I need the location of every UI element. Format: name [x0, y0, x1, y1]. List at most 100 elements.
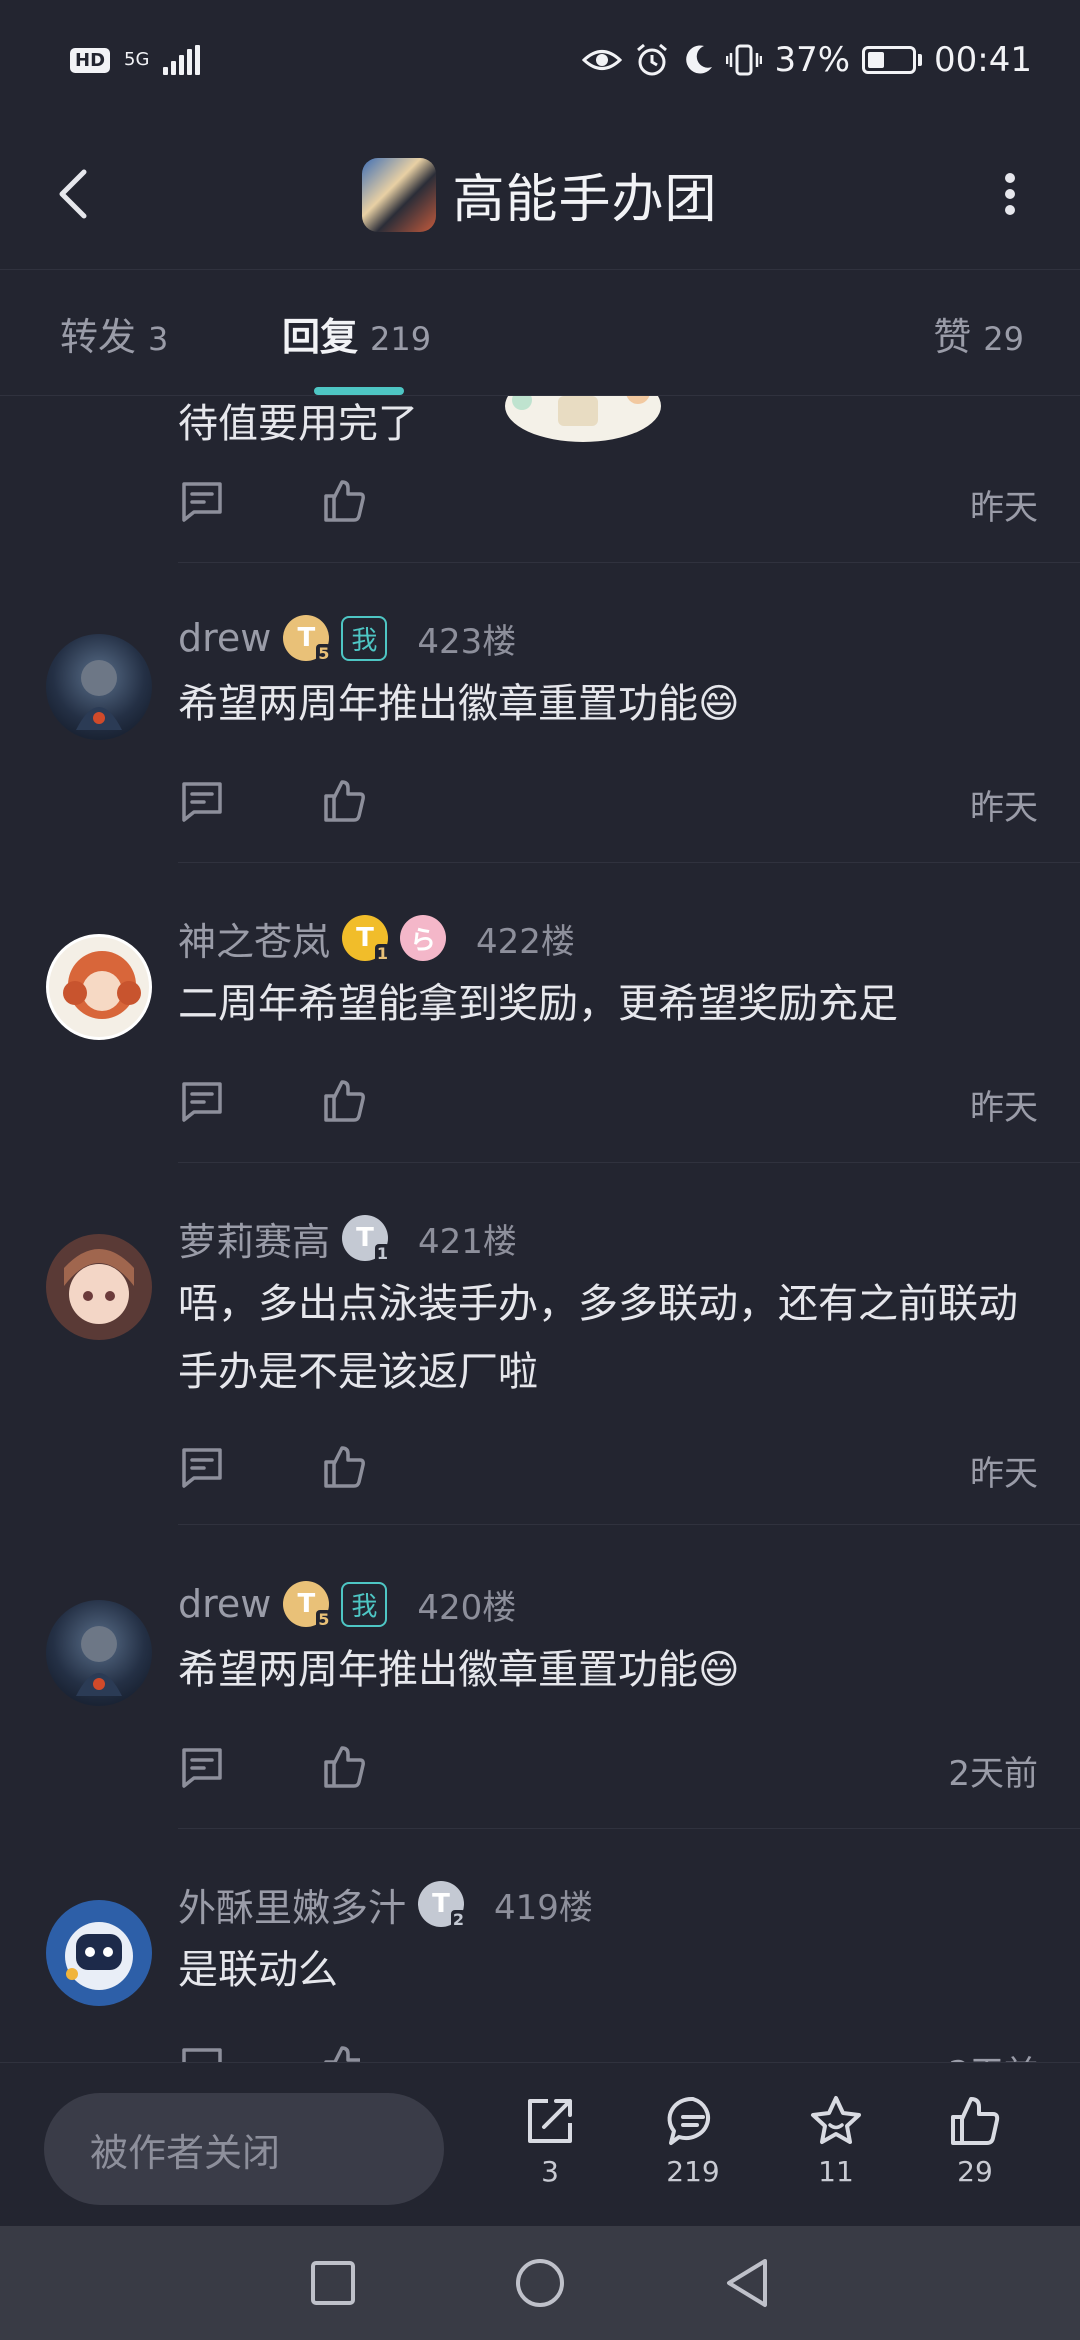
- comment-text: 唔，多出点泳装手办，多多联动，还有之前联动手办是不是该返厂啦: [178, 1281, 1018, 1395]
- level-letter: T: [432, 1889, 450, 1919]
- divider: [178, 1162, 1080, 1163]
- me-badge: 我: [341, 1581, 388, 1627]
- reply-icon[interactable]: [178, 1444, 226, 1492]
- group-avatar: [362, 157, 437, 232]
- reply-icon[interactable]: [178, 778, 226, 826]
- alarm-icon: [637, 43, 668, 76]
- username[interactable]: 萝莉赛高: [178, 1211, 330, 1266]
- level-letter: T: [297, 1589, 316, 1619]
- star-icon: [811, 2096, 861, 2144]
- battery-level: [868, 52, 884, 68]
- like-button[interactable]: 29: [915, 2093, 1035, 2188]
- favorite-count: 11: [818, 2155, 854, 2188]
- like-icon[interactable]: [320, 1742, 368, 1790]
- list-item[interactable]: 外酥里嫩多汁 T2 419楼 是联动么 2天前: [0, 1862, 1080, 2062]
- back-triangle-icon[interactable]: [723, 2257, 771, 2309]
- tab-count: 3: [148, 320, 169, 358]
- avatar[interactable]: [46, 1900, 152, 2006]
- comment-actions: 昨天: [178, 1072, 1038, 1132]
- vibrate-icon: [726, 44, 763, 76]
- tab-reposts[interactable]: 转发 3: [60, 306, 168, 361]
- reply-icon[interactable]: [178, 478, 226, 526]
- list-item[interactable]: 萝莉赛高 T1 421楼 唔，多出点泳装手办，多多联动，还有之前联动手办是不是该…: [0, 1196, 1080, 1562]
- like-icon[interactable]: [320, 776, 368, 824]
- group-header[interactable]: 高能手办团: [362, 157, 717, 232]
- comment-author-row: drew T5 我 420楼: [178, 1576, 516, 1632]
- more-button[interactable]: [980, 164, 1040, 224]
- level-badge: T5: [283, 1581, 332, 1629]
- username[interactable]: drew: [178, 1582, 271, 1626]
- home-circle-icon[interactable]: [514, 2257, 566, 2309]
- comment-time: 2天前: [948, 2046, 1038, 2062]
- recents-square-icon[interactable]: [309, 2259, 357, 2307]
- level-number: 1: [374, 944, 391, 963]
- top-bar: 高能手办团: [0, 120, 1080, 270]
- page-title: 高能手办团: [452, 170, 718, 230]
- tab-indicator: [314, 387, 404, 395]
- comment-actions: 昨天: [178, 1438, 1038, 1498]
- reply-icon[interactable]: [178, 1078, 226, 1126]
- reply-input-disabled[interactable]: 被作者关闭: [44, 2093, 444, 2205]
- hd-badge: HD: [70, 47, 111, 73]
- floor-number: 421楼: [418, 1221, 517, 1262]
- reply-list[interactable]: 待值要用完了 昨天 drew T5 我 423楼 希望两周年推出徽章重置功能😄 …: [0, 396, 1080, 2062]
- eye-icon: [582, 50, 623, 70]
- favorite-button[interactable]: 11: [776, 2093, 896, 2188]
- username[interactable]: 外酥里嫩多汁: [178, 1877, 406, 1932]
- username[interactable]: 神之苍岚: [178, 911, 330, 966]
- battery-icon: [862, 46, 923, 74]
- level-badge: T2: [418, 1881, 467, 1929]
- floor-number: 423楼: [417, 621, 517, 662]
- list-item: 待值要用完了 昨天: [0, 396, 1080, 564]
- reply-icon[interactable]: [178, 1744, 226, 1792]
- me-badge: 我: [341, 615, 388, 661]
- avatar[interactable]: [46, 634, 152, 740]
- like-icon[interactable]: [320, 1442, 368, 1490]
- tab-bar: 转发 3 回复 219 赞 29: [0, 270, 1080, 396]
- share-count: 3: [541, 2155, 559, 2188]
- avatar[interactable]: [46, 934, 152, 1040]
- tab-replies[interactable]: 回复 219: [282, 306, 431, 361]
- list-item[interactable]: drew T5 我 423楼 希望两周年推出徽章重置功能😄 昨天: [0, 596, 1080, 896]
- sticker-image: [505, 396, 661, 442]
- comment-text: 待值要用完了: [178, 401, 418, 447]
- list-item[interactable]: drew T5 我 420楼 希望两周年推出徽章重置功能😄 2天前: [0, 1562, 1080, 1862]
- like-icon[interactable]: [320, 476, 368, 524]
- fan-badge: ら: [400, 915, 447, 961]
- divider: [178, 1524, 1080, 1525]
- level-letter: T: [356, 1223, 374, 1253]
- avatar[interactable]: [46, 1234, 152, 1340]
- more-vertical-icon: [1005, 173, 1015, 215]
- comment-text: 希望两周年推出徽章重置功能😄: [178, 1647, 740, 1693]
- list-item[interactable]: 神之苍岚 T1 ら 422楼 二周年希望能拿到奖励，更希望奖励充足 昨天: [0, 896, 1080, 1196]
- tab-count: 29: [983, 320, 1024, 358]
- reply-icon[interactable]: [178, 2044, 226, 2062]
- tab-likes[interactable]: 赞 29: [933, 306, 1024, 361]
- comment-time: 昨天: [970, 788, 1038, 828]
- comment-time: 昨天: [970, 1088, 1038, 1128]
- level-letter: T: [356, 923, 374, 953]
- share-button[interactable]: 3: [490, 2093, 610, 2188]
- username[interactable]: drew: [178, 616, 271, 660]
- level-badge: T1: [342, 915, 391, 963]
- tab-count: 219: [370, 320, 432, 358]
- comment-author-row: drew T5 我 423楼: [178, 610, 516, 666]
- level-number: 2: [450, 1910, 467, 1929]
- comment-time: 昨天: [970, 1454, 1038, 1494]
- comment-author-row: 萝莉赛高 T1 421楼: [178, 1210, 517, 1266]
- floor-number: 422楼: [476, 921, 575, 962]
- back-button[interactable]: [44, 164, 104, 224]
- comment-actions: 2天前: [178, 2038, 1038, 2062]
- comment-actions: 昨天: [178, 772, 1038, 832]
- reply-button[interactable]: 219: [633, 2093, 753, 2188]
- divider: [178, 1828, 1080, 1829]
- avatar[interactable]: [46, 1600, 152, 1706]
- level-number: 5: [316, 1610, 332, 1629]
- comment-text: 是联动么: [178, 1947, 338, 1993]
- like-icon[interactable]: [320, 2042, 368, 2062]
- level-badge: T1: [342, 1215, 391, 1263]
- comment-time: 昨天: [970, 488, 1038, 528]
- comment-text: 希望两周年推出徽章重置功能😄: [178, 681, 740, 727]
- level-badge: T5: [283, 615, 332, 663]
- like-icon[interactable]: [320, 1076, 368, 1124]
